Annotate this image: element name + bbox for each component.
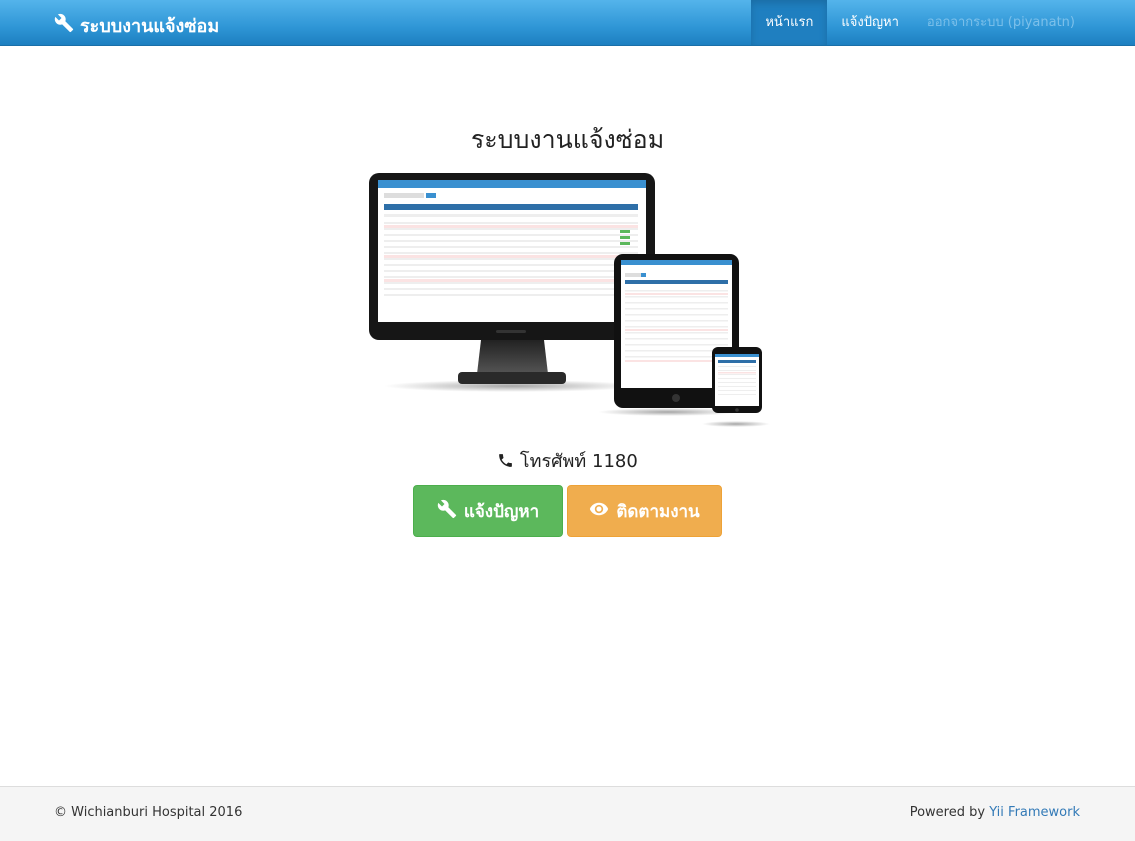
track-job-label: ติดตามงาน <box>616 501 700 522</box>
footer: © Wichianburi Hospital 2016 Powered by Y… <box>0 786 1135 841</box>
footer-copyright: © Wichianburi Hospital 2016 <box>54 805 243 820</box>
brand-link[interactable]: ระบบงานแจ้งซ่อม <box>54 11 219 40</box>
wrench-icon <box>54 13 74 38</box>
brand-title: ระบบงานแจ้งซ่อม <box>80 16 220 37</box>
page-title: ระบบงานแจ้งซ่อม <box>470 125 665 154</box>
nav-report-problem[interactable]: แจ้งปัญหา <box>827 0 913 45</box>
report-problem-label: แจ้งปัญหา <box>463 501 540 522</box>
eye-icon <box>589 499 609 524</box>
nav-logout[interactable]: ออกจากระบบ (piyanatn) <box>913 0 1089 45</box>
report-problem-button[interactable]: แจ้งปัญหา <box>413 485 563 537</box>
powered-by-text: Powered by <box>909 805 986 820</box>
nav-menu: หน้าแรก แจ้งปัญหา ออกจากระบบ (piyanatn) <box>751 0 1089 45</box>
phone-text: โทรศัพท์ 1180 <box>519 451 638 472</box>
wrench-icon <box>437 499 457 524</box>
devices-illustration <box>369 173 770 427</box>
track-job-button[interactable]: ติดตามงาน <box>567 485 722 537</box>
footer-powered: Powered by Yii Framework <box>910 805 1080 820</box>
phone-contact: โทรศัพท์ 1180 <box>0 446 1135 475</box>
nav-home[interactable]: หน้าแรก <box>751 0 828 45</box>
yii-framework-link[interactable]: Yii Framework <box>989 805 1080 820</box>
top-navbar: ระบบงานแจ้งซ่อม หน้าแรก แจ้งปัญหา ออกจาก… <box>0 0 1135 46</box>
phone-icon <box>497 451 520 472</box>
